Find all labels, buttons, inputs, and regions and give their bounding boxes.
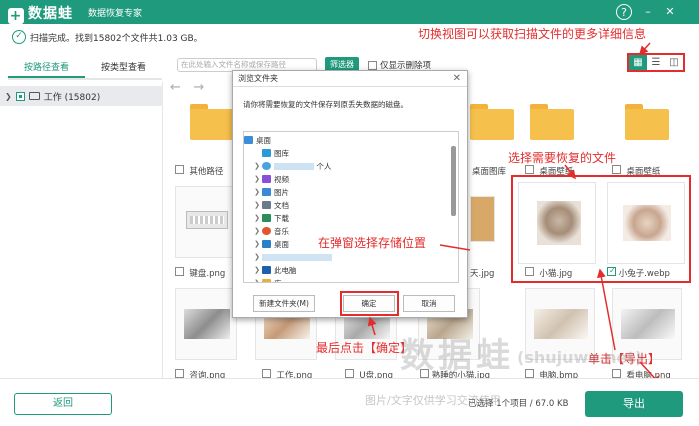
annotation-select-files: 选择需要恢复的文件: [508, 151, 617, 165]
watermark: 数据蛙: [400, 336, 514, 376]
arrow-to-ok: [367, 316, 377, 336]
export-button[interactable]: 导出: [585, 391, 683, 417]
annotation-choose-location: 在弹窗选择存储位置: [318, 236, 427, 250]
arrow-to-selection: [564, 164, 576, 180]
annotation-switch-view: 切换视图可以获取扫描文件的更多详细信息: [418, 27, 647, 41]
arrow-line: [439, 244, 471, 251]
arrow-to-rabbit: [596, 268, 616, 351]
arrow-to-views: [638, 42, 651, 56]
back-button[interactable]: 返回: [14, 393, 112, 415]
annotation-finally-ok: 最后点击【确定】: [316, 341, 413, 355]
watermark-domain: (shujuwa.net): [517, 348, 643, 367]
watermark-note: 图片/文字仅供学习交流使用: [365, 394, 501, 407]
bottom-bar: 返回 已选择 1个项目 / 67.0 KB 导出: [0, 378, 699, 426]
